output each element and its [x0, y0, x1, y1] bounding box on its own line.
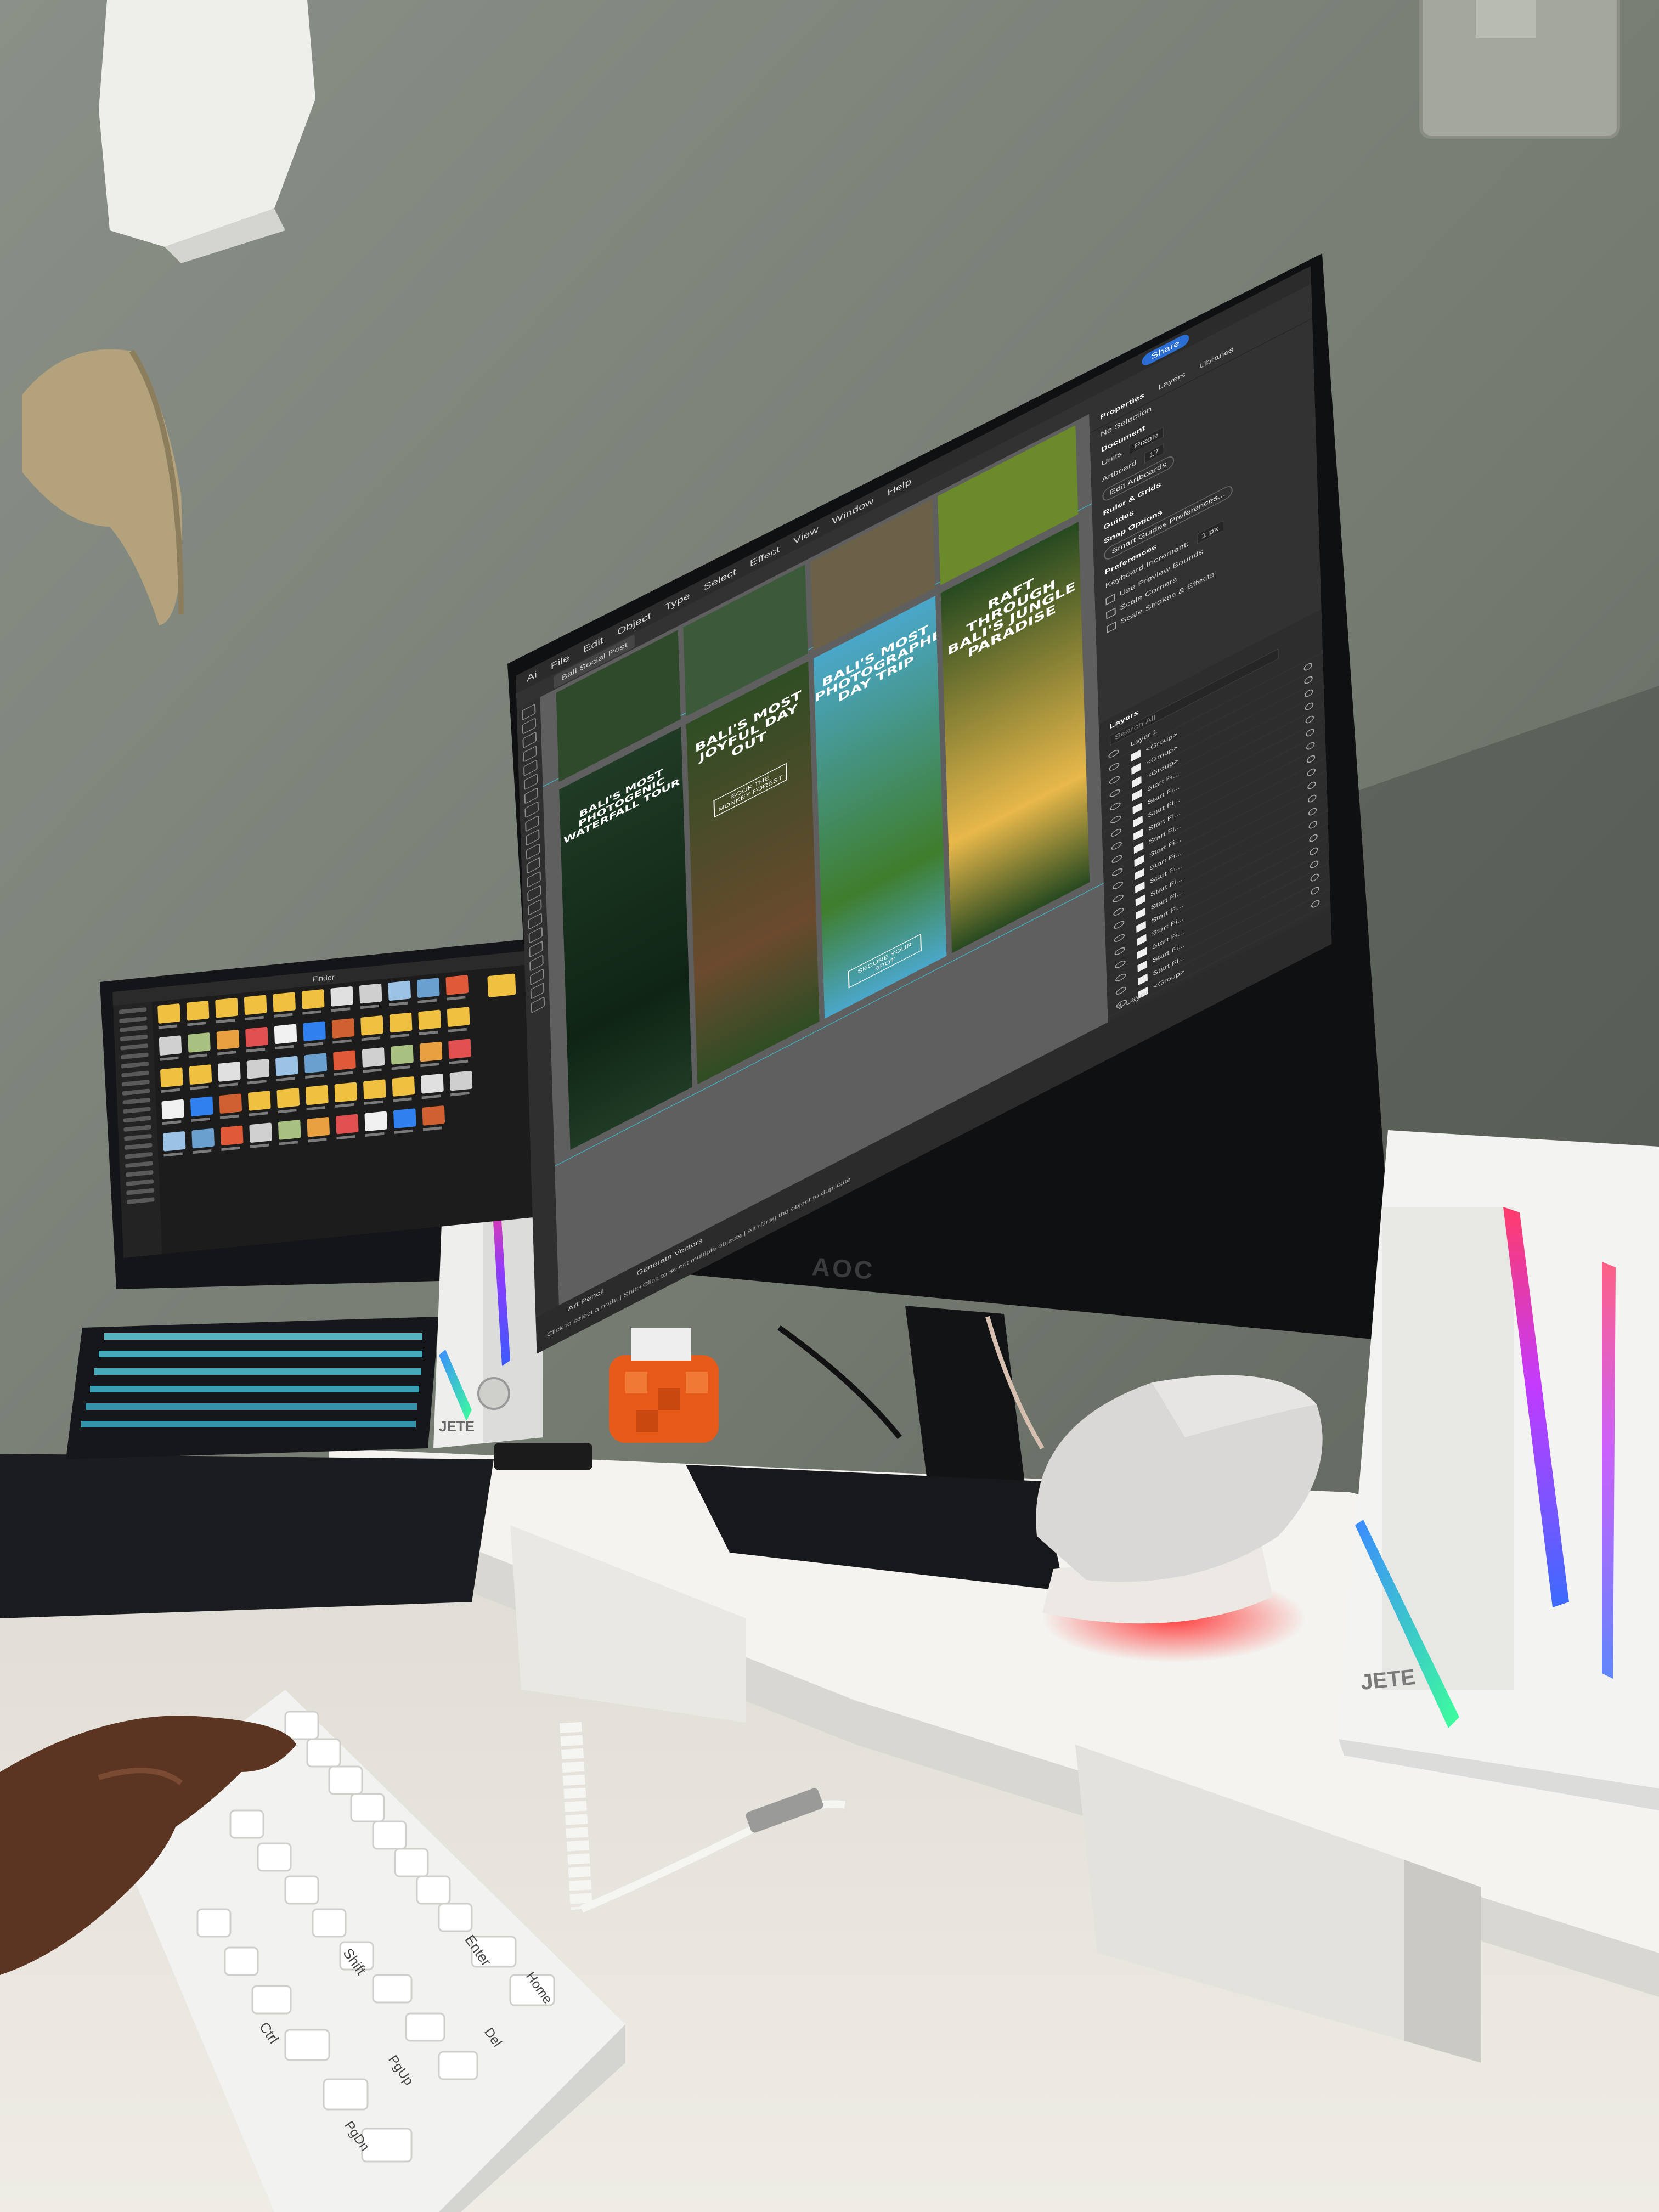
- eye-icon[interactable]: [1114, 932, 1125, 944]
- target-icon[interactable]: [1306, 740, 1315, 751]
- coiled-cable: [560, 1722, 592, 1910]
- layer-thumbnail: [1133, 842, 1144, 854]
- target-icon[interactable]: [1311, 885, 1319, 896]
- artboard-monkey-forest[interactable]: BALI'S MOST JOYFUL DAY OUT BOOK THE MONK…: [686, 661, 820, 1085]
- eye-icon[interactable]: [1111, 840, 1122, 851]
- layer-thumbnail: [1136, 934, 1147, 946]
- target-icon[interactable]: [1304, 674, 1313, 685]
- layer-thumbnail: [1132, 789, 1142, 801]
- target-icon[interactable]: [1310, 872, 1319, 883]
- checkbox-icon[interactable]: [1105, 593, 1116, 606]
- layer-thumbnail: [1133, 815, 1143, 827]
- laptop-base: [0, 1454, 494, 1618]
- layer-thumbnail: [1135, 868, 1144, 880]
- layer-thumbnail: [1136, 907, 1146, 919]
- eye-icon[interactable]: [1111, 853, 1122, 865]
- layer-thumbnail: [1136, 921, 1146, 933]
- eye-icon[interactable]: [1113, 893, 1124, 904]
- switch-button: [1476, 0, 1536, 38]
- target-icon[interactable]: [1309, 845, 1318, 856]
- target-icon[interactable]: [1307, 766, 1316, 777]
- artboard-cta: SECURE YOUR SPOT: [848, 933, 922, 989]
- layer-thumbnail: [1133, 828, 1143, 840]
- artboard-rafting[interactable]: RAFT THROUGH BALI'S JUNGLE PARADISE: [940, 522, 1090, 953]
- eye-icon[interactable]: [1113, 919, 1125, 930]
- eye-icon[interactable]: [1113, 906, 1124, 917]
- artboard-waterfall[interactable]: BALI'S MOST PHOTOGENIC WATERFALL TOUR: [559, 726, 692, 1150]
- menu-item[interactable]: Ai: [527, 669, 537, 684]
- target-icon[interactable]: [1304, 661, 1313, 672]
- eye-icon[interactable]: [1108, 748, 1119, 759]
- speaker-left-brand: JETE: [439, 1418, 475, 1435]
- eye-icon[interactable]: [1110, 827, 1122, 838]
- tool-icon[interactable]: [531, 996, 545, 1014]
- target-icon[interactable]: [1305, 701, 1314, 712]
- artboard-day-trip[interactable]: BALI'S MOST PHOTOGRAPHED DAY TRIP SECURE…: [813, 595, 947, 1019]
- target-icon[interactable]: [1306, 727, 1314, 738]
- eye-icon[interactable]: [1112, 879, 1124, 891]
- layer-thumbnail: [1137, 960, 1148, 972]
- eye-icon[interactable]: [1111, 866, 1123, 878]
- layer-thumbnail: [1131, 763, 1141, 775]
- target-icon[interactable]: [1310, 859, 1319, 870]
- layer-thumbnail: [1138, 973, 1148, 985]
- target-icon[interactable]: [1307, 780, 1316, 791]
- layer-thumbnail: [1131, 749, 1141, 761]
- properties-panel: Properties Layers Libraries No Selection…: [1089, 299, 1331, 1023]
- eye-icon[interactable]: [1114, 945, 1126, 957]
- usb-receiver: [494, 1443, 592, 1470]
- layer-thumbnail: [1131, 776, 1142, 788]
- eye-icon[interactable]: [1115, 972, 1126, 983]
- eye-icon[interactable]: [1110, 800, 1121, 812]
- target-icon[interactable]: [1311, 898, 1320, 909]
- eye-icon[interactable]: [1108, 761, 1120, 772]
- eye-icon[interactable]: [1115, 958, 1126, 970]
- target-icon[interactable]: [1308, 819, 1318, 830]
- checkbox-icon[interactable]: [1106, 621, 1116, 634]
- eye-icon[interactable]: [1109, 787, 1121, 799]
- layer-thumbnail: [1134, 855, 1144, 867]
- target-icon[interactable]: [1308, 806, 1317, 817]
- target-icon[interactable]: [1305, 714, 1314, 725]
- speaker-left-knob: [477, 1377, 510, 1410]
- target-icon[interactable]: [1307, 793, 1317, 804]
- eye-icon[interactable]: [1115, 985, 1127, 996]
- desk-setup-scene: Finder Ai File Edit Object Type Select Effect V…: [0, 0, 1659, 2212]
- checkbox-icon[interactable]: [1106, 607, 1116, 619]
- layer-thumbnail: [1135, 881, 1145, 893]
- target-icon[interactable]: [1304, 687, 1313, 698]
- target-icon[interactable]: [1309, 832, 1318, 843]
- layer-thumbnail: [1132, 802, 1143, 814]
- layer-thumbnail: [1137, 947, 1147, 959]
- layer-thumbnail: [1135, 894, 1146, 906]
- eye-icon[interactable]: [1109, 774, 1120, 786]
- target-icon[interactable]: [1306, 753, 1316, 764]
- eye-icon[interactable]: [1110, 814, 1121, 825]
- monitor-brand-logo: AOC: [811, 1252, 876, 1285]
- artboard-cta: BOOK THE MONKEY FOREST: [713, 763, 787, 818]
